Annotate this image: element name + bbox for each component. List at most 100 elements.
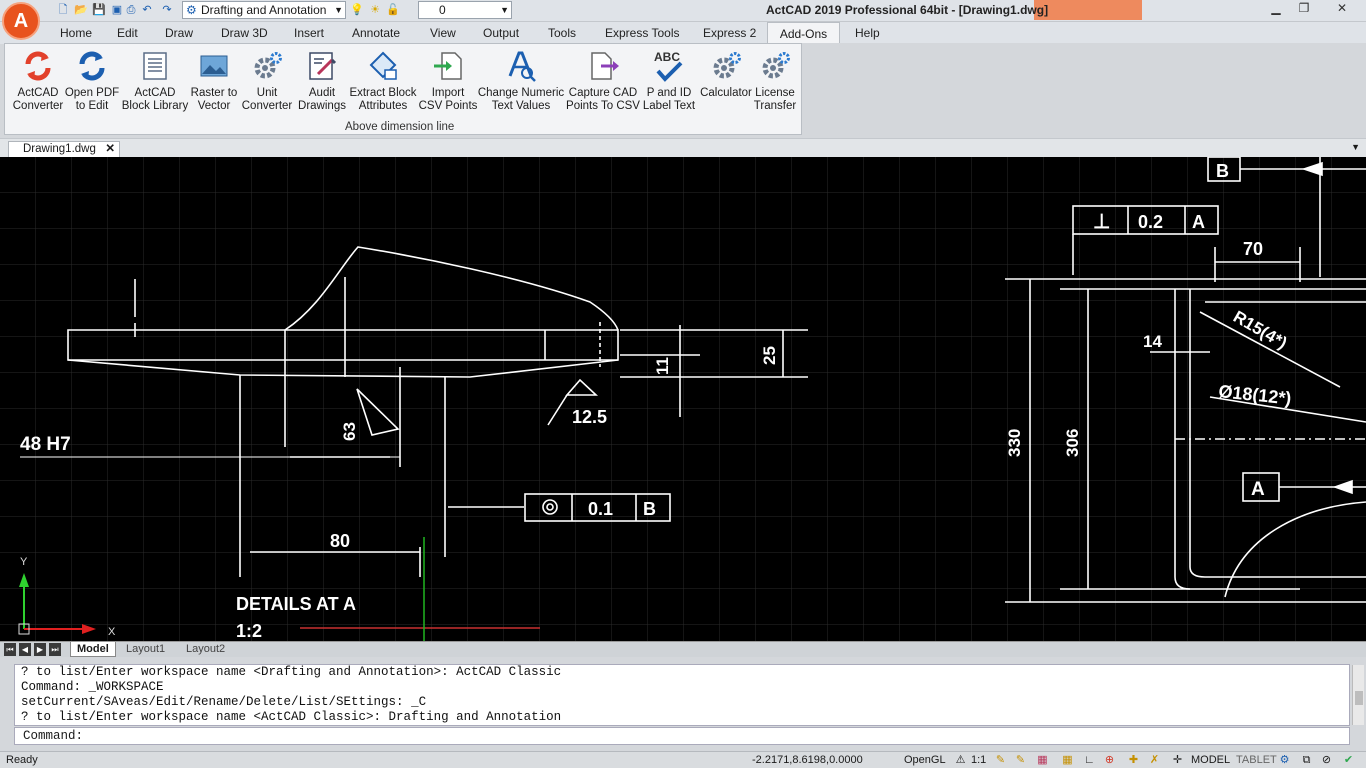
change-numeric-text-button[interactable]: Change Numeric Text Values <box>477 50 565 113</box>
tab-edit[interactable]: Edit <box>117 26 138 40</box>
lock-icon[interactable]: 🔓 <box>386 3 400 17</box>
capture-cad-points-button[interactable]: Capture CAD Points To CSV <box>565 50 641 113</box>
dim-14-label: 14 <box>1143 332 1162 351</box>
document-tab-label: Drawing1.dwg <box>23 143 96 155</box>
extract-block-attributes-button[interactable]: Extract Block Attributes <box>347 50 419 113</box>
workspace-dropdown[interactable]: ⚙ Drafting and Annotation ▼ <box>182 1 346 19</box>
datum-a-label: A <box>1251 479 1265 500</box>
tab-help[interactable]: Help <box>855 26 880 40</box>
renderer-label[interactable]: OpenGL <box>904 752 946 768</box>
document-tab[interactable]: Drawing1.dwg ✕ <box>8 141 120 158</box>
lineweight-icon[interactable]: ✛ <box>1171 754 1184 767</box>
command-history-line: ? to list/Enter workspace name <Drafting… <box>21 665 562 679</box>
annotation-visibility-icon[interactable]: ✎ <box>994 754 1007 767</box>
save-as-icon[interactable]: ▣ <box>110 3 124 17</box>
block-library-icon <box>139 50 171 82</box>
unit-converter-button[interactable]: Unit Converter <box>239 50 295 113</box>
audit-drawings-button[interactable]: Audit Drawings <box>295 50 349 113</box>
first-layout-icon[interactable]: ⏮ <box>4 643 16 656</box>
tab-insert[interactable]: Insert <box>294 26 324 40</box>
sun-icon[interactable]: ☀ <box>368 3 382 17</box>
command-history-line: Command: _WORKSPACE <box>21 680 164 694</box>
settings-gear-icon[interactable]: ⚙ <box>1278 754 1291 767</box>
save-icon[interactable]: 💾 <box>92 3 106 17</box>
tab-annotate[interactable]: Annotate <box>352 26 400 40</box>
block-library-button[interactable]: ActCAD Block Library <box>119 50 191 113</box>
tab-tools[interactable]: Tools <box>548 26 576 40</box>
previous-layout-icon[interactable]: ◀ <box>19 643 31 656</box>
drawing-svg: 48 H7 63 12.5 80 25 11 0.1 B DETAILS AT … <box>0 157 1366 642</box>
ucs-y-label: Y <box>20 556 28 568</box>
close-icon[interactable]: ✕ <box>105 142 115 157</box>
otrack-icon[interactable]: ✗ <box>1148 754 1161 767</box>
dim-70-label: 70 <box>1243 239 1263 259</box>
button-label-line2: Block Library <box>121 100 189 112</box>
tab-express-2[interactable]: Express 2 <box>703 26 756 40</box>
button-label-line1: Unit <box>256 87 278 99</box>
new-file-icon[interactable]: 🗋 <box>56 3 70 17</box>
tablet-toggle[interactable]: TABLET <box>1236 752 1277 768</box>
command-prompt: Command: <box>23 729 84 743</box>
osnap-icon[interactable]: ✚ <box>1127 754 1140 767</box>
button-label-line1: Calculator <box>700 87 752 99</box>
actcad-converter-button[interactable]: ActCAD Converter <box>9 50 67 113</box>
auto-scale-icon[interactable]: ✎ <box>1014 754 1027 767</box>
tab-add-ons[interactable]: Add-Ons <box>767 22 840 44</box>
viewport-icon[interactable]: ⧉ <box>1300 754 1313 767</box>
p-and-id-label-text-button[interactable]: ABC P and ID Label Text <box>639 50 699 113</box>
status-ok-icon[interactable]: ✔ <box>1342 754 1355 767</box>
command-scrollbar[interactable] <box>1352 665 1364 725</box>
minimize-button[interactable]: ▁ <box>1262 0 1290 18</box>
dim-330-label: 330 <box>1005 429 1024 457</box>
calculator-button[interactable]: Calculator <box>695 50 757 100</box>
tab-model[interactable]: Model <box>70 642 116 657</box>
polar-icon[interactable]: ⊕ <box>1103 754 1116 767</box>
drawing-canvas[interactable]: 48 H7 63 12.5 80 25 11 0.1 B DETAILS AT … <box>0 157 1366 642</box>
workspace-gear-icon: ⚙ <box>186 3 197 17</box>
redo-icon[interactable]: ↷ <box>160 3 174 17</box>
clean-screen-icon[interactable]: ⊘ <box>1320 754 1333 767</box>
undo-icon[interactable]: ↶ <box>140 3 154 17</box>
next-layout-icon[interactable]: ▶ <box>34 643 46 656</box>
dim-80-label: 80 <box>330 531 350 551</box>
tab-output[interactable]: Output <box>483 26 519 40</box>
annotation-scale-value[interactable]: 1:1 <box>971 752 986 768</box>
button-label-line2: Attributes <box>358 100 408 112</box>
open-pdf-button[interactable]: Open PDF to Edit <box>63 50 121 113</box>
chevron-down-icon[interactable]: ▼ <box>1351 142 1360 152</box>
last-layout-icon[interactable]: ⏭ <box>49 643 61 656</box>
tab-draw[interactable]: Draw <box>165 26 193 40</box>
license-transfer-button[interactable]: License Transfer <box>751 50 799 113</box>
tab-layout1[interactable]: Layout1 <box>120 642 171 657</box>
perpendicular-icon: ⊥ <box>1093 211 1110 233</box>
lightbulb-icon[interactable]: 💡 <box>350 3 364 17</box>
restore-button[interactable]: ❐ <box>1290 0 1318 18</box>
chevron-down-icon: ▼ <box>500 5 509 15</box>
ucs-x-label: X <box>108 626 116 638</box>
tab-draw-3d[interactable]: Draw 3D <box>221 26 268 40</box>
tab-layout2[interactable]: Layout2 <box>180 642 231 657</box>
change-text-icon <box>505 50 537 82</box>
layer-dropdown[interactable]: 0 ▼ <box>418 1 512 19</box>
grid-icon[interactable]: ▦ <box>1061 754 1074 767</box>
tab-view[interactable]: View <box>430 26 456 40</box>
tab-home[interactable]: Home <box>60 26 92 40</box>
raster-to-vector-button[interactable]: Raster to Vector <box>187 50 241 113</box>
annotation-scale-icon[interactable]: ⚠ <box>954 754 967 767</box>
scrollbar-thumb[interactable] <box>1355 691 1363 705</box>
actcad-logo[interactable]: A <box>2 2 40 40</box>
ortho-icon[interactable]: ∟ <box>1083 754 1096 767</box>
command-input[interactable]: Command: <box>14 727 1350 745</box>
button-label-line1: Audit <box>308 87 336 99</box>
workspace-value: Drafting and Annotation <box>201 3 327 17</box>
status-bar: Ready -2.2171,8.6198,0.0000 OpenGL ⚠ 1:1… <box>0 751 1366 768</box>
svg-text:ABC: ABC <box>654 50 680 64</box>
button-label-line2: Converter <box>12 100 64 112</box>
close-button[interactable]: ✕ <box>1328 0 1356 18</box>
model-space-toggle[interactable]: MODEL <box>1191 752 1230 768</box>
open-file-icon[interactable]: 📂 <box>74 3 88 17</box>
snap-icon[interactable]: ▦ <box>1036 754 1049 767</box>
tab-express-tools[interactable]: Express Tools <box>605 26 679 40</box>
import-csv-points-button[interactable]: Import CSV Points <box>417 50 479 113</box>
print-icon[interactable]: ⎙ <box>124 3 138 17</box>
